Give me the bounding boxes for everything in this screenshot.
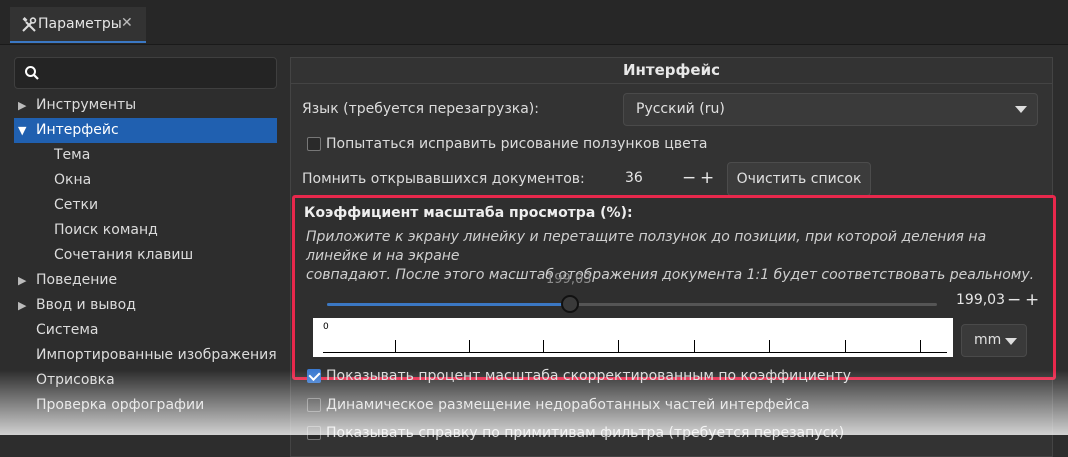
scale-slider-handle[interactable] bbox=[561, 295, 579, 313]
tab-preferences[interactable]: Параметры ✕ bbox=[10, 7, 146, 43]
sidebar-item-grids[interactable]: Сетки bbox=[14, 193, 277, 218]
search-input[interactable] bbox=[14, 57, 277, 89]
chevron-down-icon bbox=[1015, 106, 1027, 113]
dynamic-layout-checkbox[interactable] bbox=[307, 398, 321, 412]
ruler-tick bbox=[920, 340, 921, 352]
plus-button[interactable]: + bbox=[700, 168, 714, 188]
sidebar-item-theme[interactable]: Тема bbox=[14, 143, 277, 168]
plus-button[interactable]: + bbox=[1025, 290, 1039, 310]
sidebar-item-spellcheck[interactable]: Проверка орфографии bbox=[14, 393, 277, 418]
ruler-tick bbox=[395, 340, 396, 352]
slider-value-bubble: 199,03 bbox=[546, 272, 592, 287]
ruler-tick bbox=[769, 340, 770, 352]
search-icon bbox=[24, 65, 40, 81]
dynamic-layout-label: Динамическое размещение недоработанных ч… bbox=[326, 397, 810, 413]
language-value: Русский (ru) bbox=[636, 101, 725, 117]
tools-icon bbox=[20, 16, 38, 34]
ruler: 0 bbox=[313, 318, 953, 357]
sidebar-item-io[interactable]: ▶ Ввод и вывод bbox=[14, 293, 277, 318]
scale-slider-fill bbox=[327, 303, 570, 306]
ruler-tick bbox=[694, 340, 695, 352]
expander-icon[interactable]: ▶ bbox=[18, 93, 30, 118]
tab-label: Параметры bbox=[38, 16, 122, 32]
sidebar-item-shortcuts[interactable]: Сочетания клавиш bbox=[14, 243, 277, 268]
close-icon[interactable]: ✕ bbox=[121, 15, 133, 31]
ruler-tick bbox=[845, 340, 846, 352]
scale-description-line2: совпадают. После этого масштаб отображен… bbox=[306, 267, 1035, 283]
scale-description: Приложите к экрану линейку и перетащите … bbox=[306, 228, 1046, 285]
minus-button[interactable]: − bbox=[682, 168, 696, 188]
sidebar-item-rendering[interactable]: Отрисовка bbox=[14, 368, 277, 393]
sidebar-item-interface[interactable]: ▼ Интерфейс bbox=[14, 118, 277, 143]
unit-select[interactable]: mm bbox=[961, 324, 1027, 357]
minus-button[interactable]: − bbox=[1007, 290, 1021, 310]
sidebar-item-tools[interactable]: ▶ Инструменты bbox=[14, 93, 277, 118]
ruler-zero-label: 0 bbox=[323, 322, 329, 332]
expander-icon[interactable]: ▶ bbox=[18, 293, 30, 318]
ruler-tick bbox=[618, 340, 619, 352]
recent-docs-value[interactable]: 36 bbox=[625, 170, 643, 186]
tab-bar bbox=[0, 0, 1068, 45]
ruler-tick bbox=[543, 340, 544, 352]
show-zoom-corrected-label: Показывать процент масштаба скорректиров… bbox=[326, 368, 852, 384]
sidebar-item-windows[interactable]: Окна bbox=[14, 168, 277, 193]
fix-color-sliders-label: Попытаться исправить рисование ползунков… bbox=[326, 136, 708, 152]
filter-help-label: Показывать справку по примитивам фильтра… bbox=[326, 425, 845, 441]
ruler-baseline bbox=[323, 352, 947, 353]
scale-description-line1: Приложите к экрану линейку и перетащите … bbox=[306, 229, 987, 264]
panel-title: Интерфейс bbox=[290, 57, 1053, 84]
scale-title: Коэффициент масштаба просмотра (%): bbox=[304, 205, 633, 221]
sidebar-item-imported-images[interactable]: Импортированные изображения bbox=[14, 343, 277, 368]
filter-help-checkbox[interactable] bbox=[307, 426, 321, 440]
recent-docs-label: Помнить открывавшихся документов: bbox=[302, 171, 585, 187]
chevron-down-icon bbox=[1005, 338, 1017, 345]
expander-icon[interactable]: ▶ bbox=[18, 268, 30, 293]
recent-docs-stepper[interactable]: 36 − + bbox=[623, 163, 715, 195]
expander-icon[interactable]: ▼ bbox=[18, 118, 30, 143]
unit-value: mm bbox=[974, 332, 1002, 348]
scale-value[interactable]: 199,03 bbox=[956, 292, 1005, 308]
ruler-tick bbox=[469, 340, 470, 352]
sidebar-item-command-search[interactable]: Поиск команд bbox=[14, 218, 277, 243]
sidebar-item-behavior[interactable]: ▶ Поведение bbox=[14, 268, 277, 293]
scale-stepper[interactable]: 199,03 − + bbox=[948, 285, 1040, 317]
language-label: Язык (требуется перезагрузка): bbox=[302, 101, 539, 117]
fix-color-sliders-checkbox[interactable] bbox=[307, 137, 321, 151]
clear-list-button[interactable]: Очистить список bbox=[727, 162, 871, 196]
sidebar-item-system[interactable]: Система bbox=[14, 318, 277, 343]
show-zoom-corrected-checkbox[interactable] bbox=[307, 369, 321, 383]
language-select[interactable]: Русский (ru) bbox=[623, 93, 1038, 126]
